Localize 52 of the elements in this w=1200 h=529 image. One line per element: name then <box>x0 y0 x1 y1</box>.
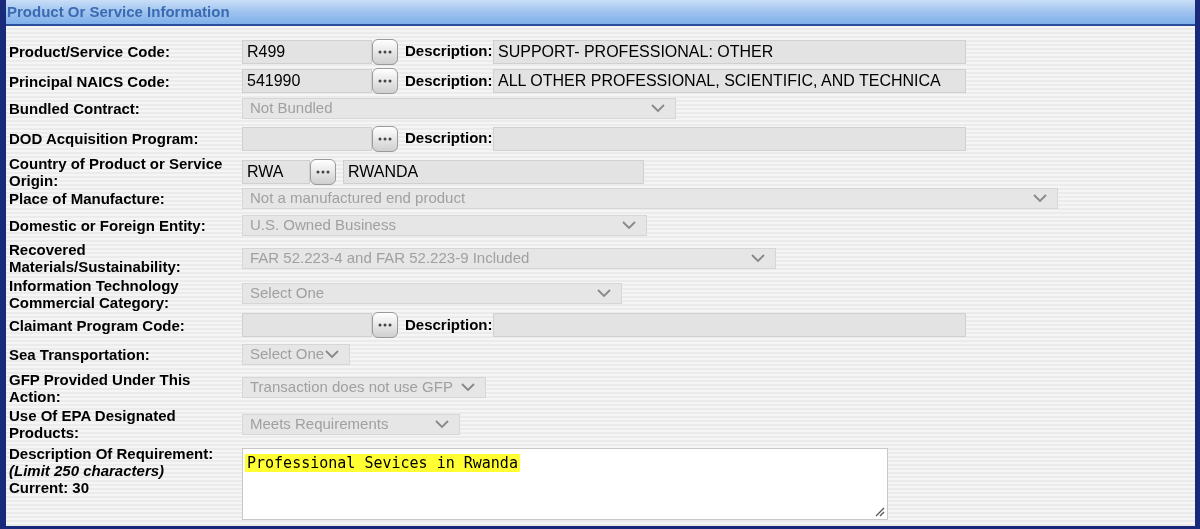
character-counter: Current: 30 <box>9 479 91 496</box>
field-label: Domestic or Foreign Entity: <box>9 216 207 234</box>
description-label: Description: <box>405 128 493 149</box>
more-icon <box>378 79 392 83</box>
country-code-field[interactable]: RWA <box>242 159 310 184</box>
field-label: Bundled Contract: <box>9 99 141 117</box>
description-label: Description: <box>405 314 493 335</box>
field-label: Claimant Program Code: <box>9 316 186 334</box>
more-icon <box>316 169 330 174</box>
limit-note: (Limit 250 characters) <box>9 462 166 479</box>
code-field[interactable] <box>242 126 372 151</box>
code-field[interactable] <box>242 313 372 337</box>
chevron-down-icon <box>435 419 449 429</box>
chevron-down-icon <box>461 383 475 392</box>
description-field[interactable]: ALL OTHER PROFESSIONAL, SCIENTIFIC, AND TECHNICA <box>493 69 966 93</box>
field-label: Recovered Materials/Sustainability: <box>9 241 182 275</box>
field-label: Sea Transportation: <box>9 345 151 363</box>
chevron-down-icon <box>325 349 339 359</box>
field-label: Country of Product or Service Origin: <box>9 154 224 189</box>
code-field[interactable]: R499 <box>242 39 372 64</box>
description-label: Description: <box>405 41 493 62</box>
field-label: Information Technology Commercial Category: <box>9 276 180 311</box>
chevron-down-icon <box>651 103 665 113</box>
description-field[interactable] <box>493 126 966 151</box>
lookup-button[interactable] <box>310 158 336 185</box>
more-icon <box>378 323 392 327</box>
field-label: Product/Service Code: <box>9 43 171 60</box>
chevron-down-icon <box>751 253 765 263</box>
field-label: DOD Acquisition Program: <box>9 130 200 147</box>
more-icon <box>378 136 392 141</box>
lookup-button[interactable] <box>372 125 398 152</box>
requirement-textarea[interactable]: Professional Sevices in Rwanda <box>242 448 888 520</box>
country-name-field[interactable]: RWANDA <box>343 159 644 184</box>
lookup-button[interactable] <box>372 68 398 94</box>
description-field[interactable]: SUPPORT- PROFESSIONAL: OTHER <box>493 39 966 64</box>
field-label: Description Of Requirement: <box>9 445 215 462</box>
chevron-down-icon <box>1033 194 1047 203</box>
lookup-button[interactable] <box>372 38 398 65</box>
description-label: Description: <box>405 70 493 91</box>
resize-handle-icon[interactable] <box>875 507 885 517</box>
more-icon <box>378 49 392 54</box>
lookup-button[interactable] <box>372 312 398 338</box>
requirement-text: Professional Sevices in Rwanda <box>245 454 520 472</box>
field-label: Principal NAICS Code: <box>9 72 171 90</box>
section-title: Product Or Service Information <box>7 1 230 22</box>
chevron-down-icon <box>597 289 611 298</box>
field-label: Place of Manufacture: <box>9 190 166 207</box>
field-label: GFP Provided Under This Action: <box>9 370 192 405</box>
chevron-down-icon <box>622 220 636 230</box>
field-label: Use Of EPA Designated Products: <box>9 407 177 441</box>
code-field[interactable]: 541990 <box>242 69 372 93</box>
description-field[interactable] <box>493 313 966 337</box>
